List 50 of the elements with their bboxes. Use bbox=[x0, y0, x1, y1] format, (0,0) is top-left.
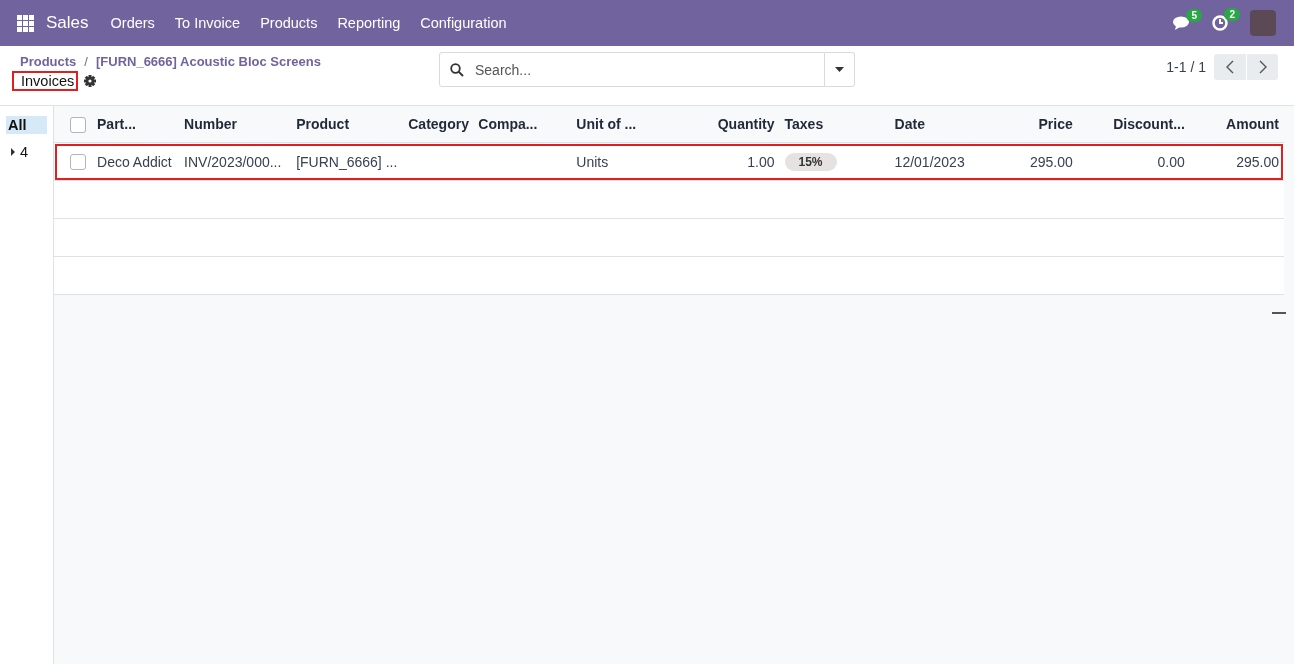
checkbox[interactable] bbox=[70, 116, 86, 133]
table-cell: [FURN_6666] ... bbox=[291, 142, 404, 181]
table-cell: 295.00 bbox=[999, 142, 1078, 181]
menu-item[interactable]: Products bbox=[250, 11, 328, 35]
column-header[interactable]: Amount bbox=[1189, 106, 1284, 143]
menu-item[interactable]: Reporting bbox=[327, 11, 411, 35]
table-row[interactable]: Deco Addict INV/2023/000... [FURN_6666] ... Units 1.00 15% 12/01/2023 295.00 0.00 295.00 bbox=[54, 142, 1284, 181]
menu-item[interactable]: Configuration bbox=[410, 11, 517, 35]
messages-badge: 5 bbox=[1186, 8, 1202, 22]
table-cell: Deco Addict bbox=[92, 142, 180, 181]
menu-item[interactable]: Orders bbox=[100, 11, 165, 35]
search-icon bbox=[450, 63, 464, 77]
apps-grid-icon[interactable] bbox=[17, 14, 34, 32]
clock-icon[interactable] bbox=[1212, 15, 1228, 31]
column-header[interactable]: Discount... bbox=[1077, 106, 1190, 143]
column-header[interactable]: Price bbox=[999, 106, 1078, 143]
page-title: Invoices bbox=[12, 71, 79, 91]
breadcrumb-link[interactable]: [FURN_6666] Acoustic Bloc Screens bbox=[95, 54, 321, 69]
search-field[interactable]: Search... bbox=[439, 52, 825, 87]
table-cell: 12/01/2023 bbox=[889, 142, 1000, 181]
column-header[interactable]: Quantity bbox=[679, 106, 780, 143]
pager-value: 1-1 / 1 bbox=[1166, 59, 1206, 75]
column-header[interactable]: Date bbox=[889, 106, 1000, 143]
filter-item[interactable]: 4 bbox=[6, 143, 47, 161]
checkbox[interactable] bbox=[70, 154, 86, 171]
column-header[interactable]: Compa... bbox=[473, 106, 572, 143]
gear-icon[interactable] bbox=[84, 75, 97, 87]
table-cell: Units bbox=[571, 142, 680, 181]
chevron-right-icon bbox=[1258, 60, 1267, 74]
breadcrumb-separator: / bbox=[84, 54, 88, 69]
table-cell: 0.00 bbox=[1077, 142, 1190, 181]
column-header[interactable]: Number bbox=[179, 106, 292, 143]
table-cell: 1.00 bbox=[679, 142, 780, 181]
column-header[interactable]: Product bbox=[291, 106, 404, 143]
tax-tag: 15% bbox=[784, 152, 837, 171]
column-header[interactable]: Unit of ... bbox=[571, 106, 680, 143]
app-name[interactable]: Sales bbox=[46, 13, 89, 33]
caret-icon bbox=[835, 67, 844, 72]
column-header[interactable]: Part... bbox=[92, 106, 180, 143]
table-cell: INV/2023/000... bbox=[179, 142, 292, 181]
chat-icon[interactable] bbox=[1173, 15, 1190, 31]
menu-item[interactable]: To Invoice bbox=[164, 11, 251, 35]
chevron-left-icon bbox=[1226, 60, 1234, 74]
column-header[interactable]: Taxes bbox=[779, 106, 890, 143]
breadcrumb-link[interactable]: Products bbox=[20, 54, 77, 69]
search-dropdown-toggle[interactable] bbox=[825, 52, 855, 87]
table-cell: 295.00 bbox=[1189, 142, 1284, 181]
column-header[interactable]: Category bbox=[403, 106, 474, 143]
activities-badge: 2 bbox=[1224, 8, 1240, 21]
filter-item[interactable]: All bbox=[6, 116, 47, 134]
